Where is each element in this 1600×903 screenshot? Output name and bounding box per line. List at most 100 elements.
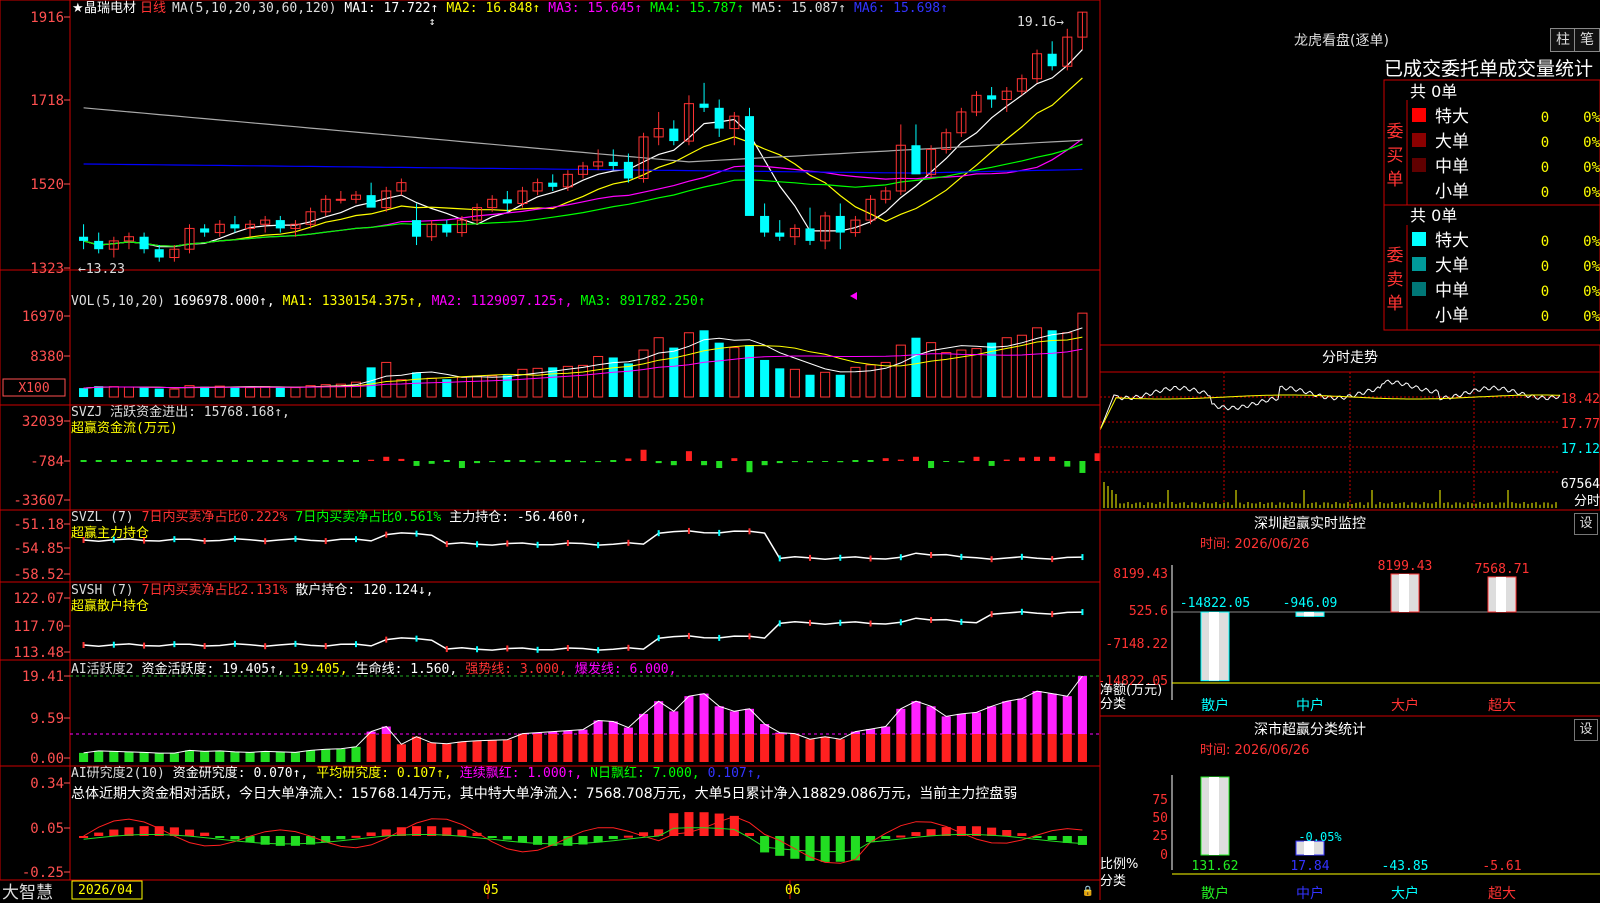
research-bar bbox=[184, 829, 195, 836]
volume-bar bbox=[729, 347, 740, 398]
activity-bar bbox=[502, 739, 512, 762]
activity-bar bbox=[396, 744, 406, 762]
retail-holding-line-tick bbox=[930, 616, 933, 623]
main-holding-line-tick bbox=[476, 541, 479, 548]
order-side: 委 bbox=[1387, 246, 1404, 266]
volume-bar bbox=[487, 375, 498, 398]
activity-bar bbox=[669, 734, 679, 762]
volume-bar bbox=[895, 344, 906, 398]
research-bar bbox=[760, 836, 770, 853]
order-color-square bbox=[1412, 257, 1426, 271]
flow-bar bbox=[958, 461, 965, 463]
classify-bar-value: 131.62 bbox=[1192, 859, 1239, 874]
axis-label-ai1: 19.41 bbox=[22, 669, 64, 685]
volume-bar bbox=[260, 386, 271, 398]
flow-bar bbox=[443, 460, 450, 462]
legend-ai2: 平均研究度: 0.107↑, bbox=[316, 765, 451, 781]
legend-ai1: 生命线: 1.560, bbox=[356, 661, 458, 677]
candle-down bbox=[835, 215, 845, 233]
candle-down bbox=[669, 128, 679, 142]
period-label: 日线 bbox=[140, 1, 166, 16]
flow-bar bbox=[504, 460, 511, 462]
low-annotation: ←13.23 bbox=[78, 262, 125, 277]
flow-bar bbox=[1064, 461, 1071, 467]
activity-bar-top bbox=[971, 712, 982, 734]
activity-bar-top bbox=[729, 711, 739, 734]
order-count: 0 bbox=[1541, 160, 1549, 176]
flow-bar bbox=[186, 460, 193, 462]
classify-category: 超大 bbox=[1488, 886, 1516, 900]
legend-svsh: 7日内买卖净占比2.131% bbox=[142, 582, 288, 598]
main-holding-line-tick bbox=[566, 539, 569, 546]
activity-bar bbox=[835, 739, 845, 762]
activity-bar bbox=[744, 734, 755, 762]
activity-bar-top bbox=[1062, 696, 1072, 734]
research-bar bbox=[896, 835, 906, 838]
retail-holding-line-tick bbox=[1020, 608, 1023, 615]
axis-label-vol: X100 bbox=[18, 381, 49, 396]
classify-bar-highlight bbox=[1209, 777, 1219, 855]
research-bar bbox=[729, 815, 739, 836]
activity-bar bbox=[578, 734, 588, 762]
legend-ai1: 19.405, bbox=[293, 662, 348, 677]
monitor-bar-highlight bbox=[1304, 612, 1314, 617]
legend-main: MA4: 15.787↑ bbox=[650, 1, 744, 16]
monitor-settings-button[interactable]: 设 bbox=[1574, 513, 1598, 535]
order-pct: 0% bbox=[1583, 135, 1600, 151]
order-count: 0 bbox=[1541, 309, 1549, 325]
activity-bar-top bbox=[699, 693, 709, 734]
research-bar bbox=[654, 829, 664, 836]
intraday-label: 17.12 bbox=[1561, 442, 1600, 457]
flow-bar bbox=[943, 461, 950, 462]
legend-ai2: 0.107↑, bbox=[708, 766, 763, 781]
ma-line-5 bbox=[83, 107, 1083, 163]
retail-holding-line-tick bbox=[657, 635, 660, 642]
retail-holding-line-tick bbox=[597, 647, 600, 654]
candle-down bbox=[1047, 53, 1057, 67]
volume-bar bbox=[699, 330, 709, 397]
classify-settings-button[interactable]: 设 bbox=[1574, 719, 1598, 741]
intraday-label: 67564 bbox=[1561, 477, 1600, 492]
activity-bar bbox=[911, 734, 921, 762]
activity-bar bbox=[457, 741, 467, 762]
volume-bar bbox=[669, 347, 679, 397]
monitor-title: 深圳超赢实时监控 bbox=[1254, 515, 1366, 532]
legend-ai1: 资金活跃度: 19.405↑, bbox=[141, 661, 284, 677]
research-bar bbox=[623, 835, 633, 838]
volume-bar bbox=[593, 355, 604, 398]
stock-chart[interactable]: 1916 1718 1520 1323 16970 8380 X100 32039 -784 -3… bbox=[0, 0, 1600, 900]
flow-bar bbox=[216, 460, 223, 462]
activity-bar bbox=[533, 734, 543, 762]
activity-bar bbox=[260, 751, 270, 762]
classify-title: 深市超赢分类统计 bbox=[1254, 721, 1366, 738]
order-color-square bbox=[1412, 133, 1426, 147]
activity-bar bbox=[215, 750, 225, 762]
flow-bar bbox=[867, 460, 874, 462]
research-bar bbox=[351, 835, 361, 838]
retail-holding-line-tick bbox=[687, 632, 690, 639]
bar-mode-button[interactable]: 柱 bbox=[1550, 28, 1576, 52]
volume-bar bbox=[396, 379, 407, 398]
volume-bar bbox=[1062, 332, 1073, 398]
activity-bar-top bbox=[1017, 698, 1027, 734]
retail-holding-line-tick bbox=[778, 620, 781, 627]
tick-mode-button[interactable]: 笔 bbox=[1574, 28, 1600, 52]
activity-bar bbox=[638, 734, 649, 762]
candle-down bbox=[805, 228, 815, 241]
monitor-bar-value: 7568.71 bbox=[1475, 562, 1530, 577]
research-bar bbox=[1017, 833, 1027, 836]
classify-category: 中户 bbox=[1296, 885, 1324, 900]
order-count: 0 bbox=[1541, 259, 1549, 275]
volume-bar bbox=[456, 376, 467, 398]
candle-down bbox=[502, 199, 512, 204]
order-pct: 0% bbox=[1583, 309, 1600, 325]
activity-bar bbox=[1047, 734, 1057, 762]
order-count: 0 bbox=[1541, 234, 1549, 250]
flow-bar bbox=[625, 458, 632, 461]
candle-down bbox=[911, 145, 921, 175]
legend-ai2: N日飘红: 7.000, bbox=[590, 765, 699, 781]
legend-vol: VOL(5,10,20) bbox=[71, 294, 165, 309]
flow-bar bbox=[791, 461, 798, 463]
main-holding-line-tick bbox=[385, 531, 388, 538]
monitor-category: 散户 bbox=[1201, 697, 1229, 714]
